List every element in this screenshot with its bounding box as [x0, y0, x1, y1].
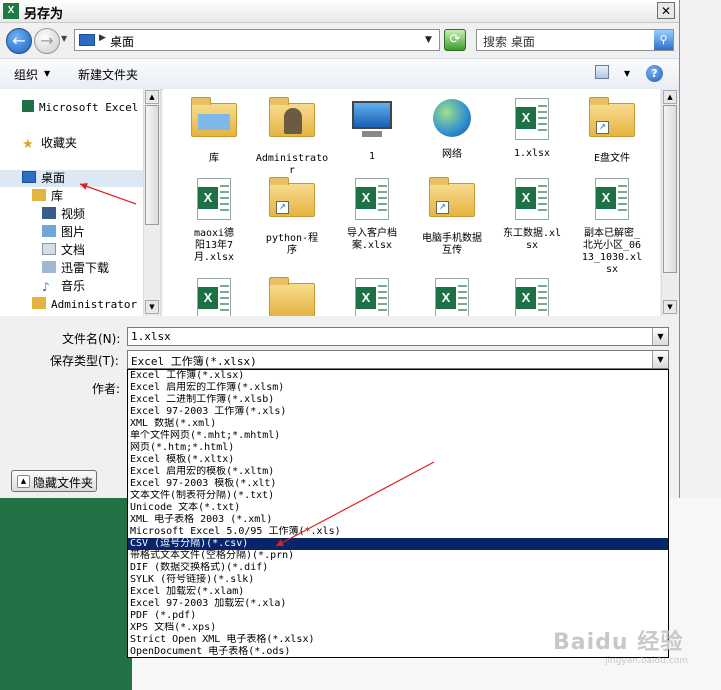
annotation-arrow-desktop: [79, 183, 137, 205]
annotation-overlay: [79, 183, 435, 547]
watermark-url: jingyan.baidu.com: [605, 656, 689, 666]
annotation-arrow-csv: [275, 461, 435, 547]
baidu-watermark: Baidu 经验: [553, 630, 684, 655]
